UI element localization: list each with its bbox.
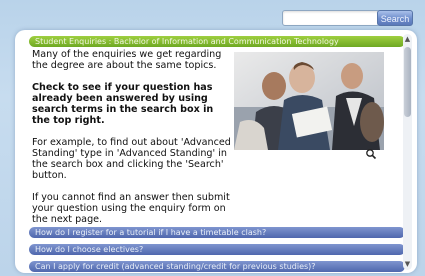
faq-panel: Student Enquiries : Bachelor of Informat… <box>15 30 417 273</box>
scroll-thumb[interactable] <box>404 47 411 117</box>
chevron-down-icon[interactable]: ▼ <box>403 260 412 269</box>
intro-text: Many of the enquiries we get regarding t… <box>32 49 232 236</box>
search-button[interactable]: Search <box>377 10 413 26</box>
faq-active-header[interactable]: Student Enquiries : Bachelor of Informat… <box>29 36 405 47</box>
fallback-paragraph: If you cannot find an answer then submit… <box>32 192 230 225</box>
example-paragraph: For example, to find out about 'Advanced… <box>32 137 231 181</box>
faq-question-row[interactable]: How do I choose electives? <box>29 244 405 255</box>
search-input[interactable] <box>282 10 380 26</box>
intro-paragraph: Many of the enquiries we get regarding t… <box>32 49 222 71</box>
faq-question-row[interactable]: How do I register for a tutorial if I ha… <box>29 227 405 238</box>
students-photo <box>234 52 384 150</box>
search-instruction: Check to see if your question has alread… <box>32 82 214 126</box>
magnifier-icon[interactable] <box>365 148 377 160</box>
faq-question-row[interactable]: Can I apply for credit (advanced standin… <box>29 261 405 272</box>
faq-content: Student Enquiries : Bachelor of Informat… <box>29 34 405 273</box>
chevron-up-icon[interactable]: ▲ <box>403 35 412 44</box>
scrollbar[interactable]: ▲ ▼ <box>403 34 412 270</box>
